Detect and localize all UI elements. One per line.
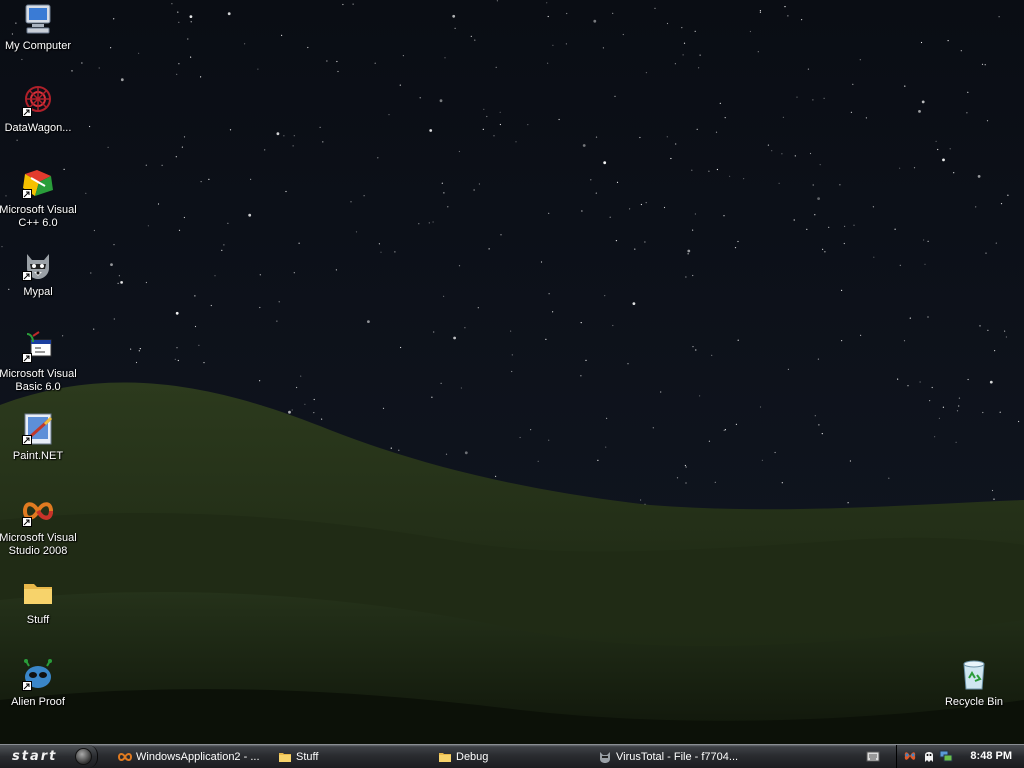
desktop-icon-label: Recycle Bin <box>944 696 1004 708</box>
desktop-icon-alien-proof[interactable]: Alien Proof <box>0 658 76 709</box>
visual-studio-icon <box>118 750 132 764</box>
desktop-icon-paint-net[interactable]: Paint.NET <box>0 412 76 463</box>
taskbar-button-label: Stuff <box>296 750 319 763</box>
shortcut-arrow-icon <box>22 681 32 691</box>
shortcut-arrow-icon <box>22 435 32 445</box>
recycle-bin-icon <box>957 658 991 692</box>
desktop-icon-datawagon[interactable]: DataWagon... <box>0 84 76 135</box>
desktop-icon-label: Alien Proof <box>11 696 65 708</box>
keyboard-icon[interactable] <box>866 749 880 763</box>
shortcut-arrow-icon <box>22 107 32 117</box>
taskbar-button-debug[interactable]: Debug <box>434 747 590 766</box>
clock[interactable]: 8:48 PM <box>970 750 1012 762</box>
shortcut-arrow-icon <box>22 353 32 363</box>
paint-net-icon <box>21 412 55 446</box>
start-label: start <box>12 749 58 764</box>
desktop-icon-label: Microsoft Visual Basic 6.0 <box>0 368 77 393</box>
ghost-icon[interactable] <box>922 749 936 763</box>
network-icon[interactable] <box>939 749 953 763</box>
desktop-icon-label: Mypal <box>23 286 53 298</box>
shortcut-arrow-icon <box>22 189 32 199</box>
alien-proof-icon <box>21 658 55 692</box>
shortcut-arrow-icon <box>22 271 32 281</box>
desktop-icon-stuff[interactable]: Stuff <box>0 576 76 627</box>
desktop-icon-visual-studio[interactable]: Microsoft Visual Studio 2008 <box>0 494 77 558</box>
taskbar: start WindowsApplication2 - ... Stuff De… <box>0 744 1024 768</box>
taskbar-button-windowsapplication2[interactable]: WindowsApplication2 - ... <box>114 747 270 766</box>
desktop-icon-recycle-bin[interactable]: Recycle Bin <box>936 658 1012 709</box>
my-computer-icon <box>21 2 55 36</box>
desktop-icon-label: Microsoft Visual C++ 6.0 <box>0 204 77 229</box>
visual-studio-icon <box>21 494 55 528</box>
desktop-icon-visual-cpp[interactable]: Microsoft Visual C++ 6.0 <box>0 166 77 230</box>
butterfly-icon[interactable] <box>903 749 917 763</box>
taskbar-button-label: Debug <box>456 750 489 763</box>
folder-icon <box>278 750 292 764</box>
mypal-icon <box>21 248 55 282</box>
desktop-icon-visual-basic[interactable]: Microsoft Visual Basic 6.0 <box>0 330 77 394</box>
desktop-icon-label: Microsoft Visual Studio 2008 <box>0 532 77 557</box>
taskbar-button-virustotal[interactable]: VirusTotal - File - f7704... <box>594 747 750 766</box>
system-tray: 8:48 PM <box>896 745 1024 768</box>
taskbar-button-stuff[interactable]: Stuff <box>274 747 430 766</box>
visual-basic-icon <box>21 330 55 364</box>
taskbar-button-label: WindowsApplication2 - ... <box>136 750 260 763</box>
visual-cpp-icon <box>21 166 55 200</box>
desktop-icon-label: Paint.NET <box>12 450 64 462</box>
folder-icon <box>21 576 55 610</box>
wallpaper-image <box>0 0 1024 744</box>
desktop-icon-mypal[interactable]: Mypal <box>0 248 76 299</box>
desktop-icon-label: Stuff <box>26 614 50 626</box>
desktop-icon-label: DataWagon... <box>4 122 72 134</box>
start-orb-icon <box>75 748 92 765</box>
desktop-icon-my-computer[interactable]: My Computer <box>0 2 76 53</box>
desktop-wallpaper <box>0 0 1024 744</box>
start-button[interactable]: start <box>0 745 98 768</box>
desktop-icon-label: My Computer <box>4 40 72 52</box>
datawagon-icon <box>21 84 55 118</box>
taskbar-button-label: VirusTotal - File - f7704... <box>616 750 739 763</box>
folder-icon <box>438 750 452 764</box>
mypal-icon <box>598 750 612 764</box>
shortcut-arrow-icon <box>22 517 32 527</box>
